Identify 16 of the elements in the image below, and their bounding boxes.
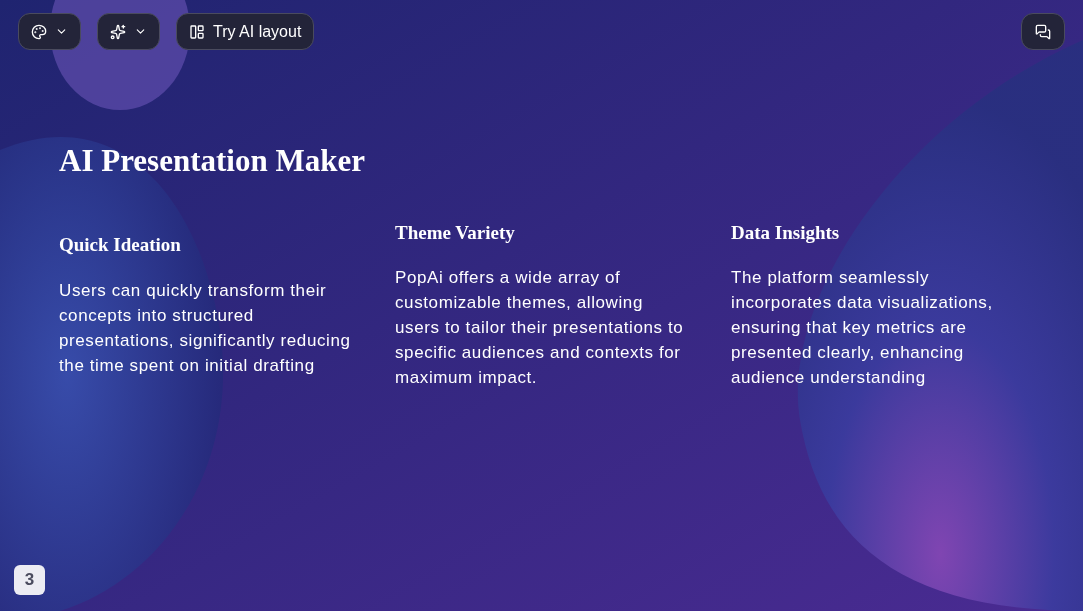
sparkle-icon bbox=[110, 23, 126, 40]
column-heading: Quick Ideation bbox=[59, 233, 182, 258]
palette-icon bbox=[31, 23, 47, 40]
column-heading: Data Insights bbox=[731, 220, 841, 245]
column-text: Users can quickly transform their concepts into structured presentations, significantly reducing the time spent on initial drafting bbox=[59, 279, 352, 377]
ai-button[interactable] bbox=[97, 13, 160, 50]
theme-button[interactable] bbox=[18, 13, 81, 50]
column-heading: Theme Variety bbox=[395, 220, 516, 245]
chat-icon bbox=[1035, 23, 1051, 40]
column-text: The platform seamlessly incorporates data visualizations, ensuring that key metrics are presented clearly, enhancing audience understanding bbox=[731, 267, 994, 390]
comments-button[interactable] bbox=[1021, 13, 1065, 50]
ai-layout-button[interactable]: Try AI layout bbox=[176, 13, 315, 50]
layout-icon bbox=[189, 23, 205, 40]
column-text: PopAi offers a wide array of customizable themes, allowing users to tailor their presentations to specific audiences and contexts for maximum impact. bbox=[395, 267, 685, 390]
page-number: 3 bbox=[14, 565, 45, 595]
slide-title: AI Presentation Maker bbox=[59, 142, 366, 180]
